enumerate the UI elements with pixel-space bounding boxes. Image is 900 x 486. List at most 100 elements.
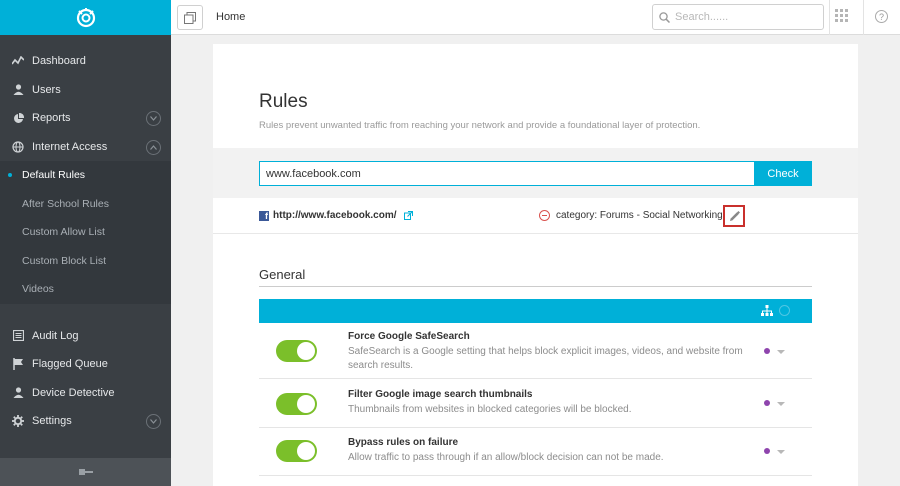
rule-name: Force Google SafeSearch — [348, 331, 470, 342]
pie-chart-icon — [12, 112, 24, 124]
globe-icon — [12, 141, 24, 153]
result-category-text: category: Forums - Social Networking — [556, 210, 723, 221]
list-icon — [12, 330, 24, 342]
search-placeholder: Search...... — [675, 11, 729, 23]
sidebar-subitem-after-school-rules[interactable]: After School Rules — [0, 190, 171, 219]
edit-category-button[interactable] — [723, 205, 745, 227]
sidebar-item-dashboard[interactable]: Dashboard — [0, 47, 171, 76]
result-url: f http://www.facebook.com/ — [259, 210, 413, 221]
sidebar-item-label: Audit Log — [32, 329, 79, 342]
sidebar-item-device-detective[interactable]: Device Detective — [0, 379, 171, 408]
internet-access-subnav: Default Rules After School Rules Custom … — [0, 161, 171, 304]
toggle-knob — [297, 342, 315, 360]
sidebar-item-label: Reports — [32, 112, 71, 125]
user-search-icon — [12, 387, 24, 399]
sidebar-item-users[interactable]: Users — [0, 76, 171, 105]
result-url-text: http://www.facebook.com/ — [273, 210, 397, 221]
chevron-down-icon[interactable] — [777, 450, 785, 454]
toggle-filter-thumbnails[interactable] — [276, 393, 317, 415]
status-dot — [764, 400, 770, 406]
top-bar: Home Search...... ? — [171, 0, 900, 35]
blocked-icon — [539, 210, 550, 221]
sidebar-subitem-custom-block-list[interactable]: Custom Block List — [0, 247, 171, 276]
check-button[interactable]: Check — [754, 161, 812, 186]
sidebar-item-label: Device Detective — [32, 386, 115, 399]
sidebar-subitem-default-rules[interactable]: Default Rules — [0, 161, 171, 190]
result-category: category: Forums - Social Networking — [539, 210, 723, 221]
pencil-icon — [729, 210, 740, 221]
rule-row: Bypass rules on failure Allow traffic to… — [259, 428, 812, 476]
status-dot — [764, 448, 770, 454]
rule-name: Filter Google image search thumbnails — [348, 389, 533, 400]
app-logo-icon[interactable] — [75, 7, 97, 29]
info-icon[interactable] — [779, 305, 790, 316]
status-dot — [764, 348, 770, 354]
sidebar-item-settings[interactable]: Settings — [0, 407, 171, 436]
sidebar: Dashboard Users Reports Internet Access — [0, 0, 171, 486]
window-toggle-button[interactable] — [177, 5, 203, 30]
chevron-down-icon[interactable] — [146, 111, 161, 126]
rule-row: Filter Google image search thumbnails Th… — [259, 379, 812, 428]
sidebar-item-internet-access[interactable]: Internet Access — [0, 133, 171, 162]
facebook-icon: f — [259, 210, 269, 221]
hierarchy-icon[interactable] — [761, 305, 773, 317]
sidebar-nav: Dashboard Users Reports Internet Access — [0, 35, 171, 436]
rules-card: Rules Rules prevent unwanted traffic fro… — [213, 44, 858, 486]
rule-row: Force Google SafeSearch SafeSearch is a … — [259, 323, 812, 379]
grid-icon — [835, 9, 848, 22]
rule-description: Allow traffic to pass through if an allo… — [348, 452, 664, 463]
windows-icon — [184, 11, 196, 24]
page-title: Rules — [259, 91, 308, 112]
section-title-general: General — [259, 267, 306, 282]
sidebar-item-reports[interactable]: Reports — [0, 104, 171, 133]
sidebar-subitem-videos[interactable]: Videos — [0, 275, 171, 304]
sidebar-item-label: Internet Access — [32, 140, 108, 153]
page-scrollbar[interactable] — [892, 36, 900, 486]
sidebar-subitem-label: Custom Allow List — [22, 226, 105, 239]
sidebar-subitem-custom-allow-list[interactable]: Custom Allow List — [0, 218, 171, 247]
sidebar-item-label: Dashboard — [32, 55, 86, 68]
search-input[interactable]: Search...... — [652, 4, 824, 30]
breadcrumb[interactable]: Home — [216, 11, 245, 23]
user-icon — [12, 84, 24, 96]
search-icon — [659, 11, 670, 23]
sidebar-subitem-label: Videos — [22, 283, 54, 296]
rule-name: Bypass rules on failure — [348, 437, 459, 448]
check-result-row: f http://www.facebook.com/ category: For… — [213, 198, 858, 234]
sidebar-subitem-label: Default Rules — [22, 169, 86, 182]
chevron-down-icon[interactable] — [146, 414, 161, 429]
help-icon[interactable]: ? — [875, 10, 888, 23]
toggle-knob — [297, 442, 315, 460]
divider — [863, 0, 864, 35]
sidebar-item-label: Users — [32, 83, 61, 96]
sidebar-subitem-label: Custom Block List — [22, 254, 107, 267]
sidebar-collapse-button[interactable] — [0, 458, 171, 486]
logo-bar — [0, 0, 171, 35]
sidebar-item-audit-log[interactable]: Audit Log — [0, 322, 171, 351]
chevron-down-icon[interactable] — [777, 350, 785, 354]
toggle-knob — [297, 395, 315, 413]
url-check-input[interactable]: www.facebook.com — [259, 161, 755, 186]
chevron-down-icon[interactable] — [777, 402, 785, 406]
url-check-bar: www.facebook.com Check — [213, 148, 858, 198]
sidebar-subitem-label: After School Rules — [22, 197, 109, 210]
chevron-up-icon[interactable] — [146, 139, 161, 155]
flag-icon — [12, 358, 24, 371]
rule-description: SafeSearch is a Google setting that help… — [348, 346, 743, 371]
divider — [259, 286, 812, 287]
toggle-bypass-on-failure[interactable] — [276, 440, 317, 462]
sidebar-item-label: Settings — [32, 415, 72, 428]
toggle-force-safesearch[interactable] — [276, 340, 317, 362]
dashboard-icon — [12, 55, 24, 67]
collapse-icon — [78, 469, 93, 475]
sidebar-item-flagged-queue[interactable]: Flagged Queue — [0, 350, 171, 379]
external-link-icon[interactable] — [403, 211, 413, 220]
sidebar-item-label: Flagged Queue — [32, 358, 108, 371]
rule-description: Thumbnails from websites in blocked cate… — [348, 404, 632, 415]
divider — [829, 0, 830, 35]
page-subtitle: Rules prevent unwanted traffic from reac… — [259, 120, 701, 131]
gear-icon — [12, 415, 24, 428]
rules-table-header — [259, 299, 812, 323]
apps-grid-button[interactable] — [835, 9, 849, 26]
